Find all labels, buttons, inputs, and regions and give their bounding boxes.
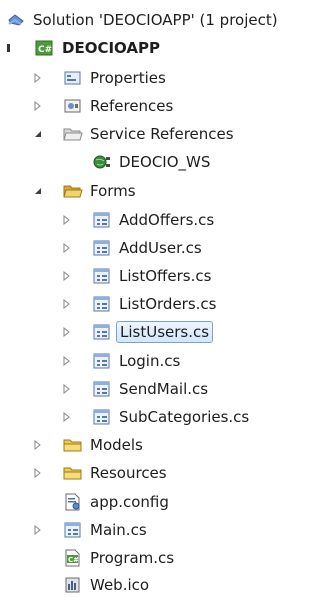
references-icon — [63, 97, 83, 115]
csharp-project-icon: C# — [35, 39, 55, 57]
expander-collapsed-icon[interactable] — [32, 467, 44, 479]
expander-collapsed-icon[interactable] — [32, 100, 44, 112]
expander-expanded-icon[interactable] — [32, 185, 44, 197]
folder-open-icon — [63, 182, 83, 200]
tree-node-appconfig[interactable]: app.config — [0, 490, 311, 514]
expander-open-icon[interactable] — [3, 42, 15, 54]
tree-node-resources[interactable]: Resources — [0, 461, 311, 485]
tree-node-label: Service References — [90, 125, 234, 143]
tree-node-main[interactable]: Main.cs — [0, 518, 311, 542]
tree-node-webico[interactable]: Web.ico — [0, 573, 311, 597]
form-file-icon — [92, 239, 112, 257]
form-file-icon — [92, 267, 112, 285]
tree-node-references[interactable]: References — [0, 94, 311, 118]
folder-icon — [63, 436, 83, 454]
form-file-icon — [92, 295, 112, 313]
tree-node-properties[interactable]: Properties — [0, 66, 311, 90]
tree-node-label: Web.ico — [90, 576, 150, 594]
project-label: DEOCIOAPP — [62, 39, 160, 57]
selected-tree-node-label: ListUsers.cs — [116, 321, 214, 343]
solution-explorer-tree: Solution 'DEOCIOAPP' (1 project) C# DEOC… — [0, 0, 311, 595]
tree-node-deocio-ws[interactable]: DEOCIO_WS — [0, 150, 311, 174]
tree-node-subcategories[interactable]: SubCategories.cs — [0, 405, 311, 429]
expander-collapsed-icon[interactable] — [61, 242, 73, 254]
tree-node-label: Properties — [90, 69, 166, 87]
tree-node-label: Program.cs — [90, 549, 175, 567]
tree-node-label: app.config — [90, 493, 169, 511]
folder-icon — [63, 464, 83, 482]
tree-node-label: AddOffers.cs — [119, 211, 215, 229]
tree-node-label: Resources — [90, 464, 167, 482]
expander-collapsed-icon[interactable] — [32, 72, 44, 84]
tree-node-label: References — [90, 97, 174, 115]
solution-label: Solution 'DEOCIOAPP' (1 project) — [33, 11, 278, 29]
expander-collapsed-icon[interactable] — [32, 524, 44, 536]
tree-node-label: Login.cs — [119, 352, 181, 370]
tree-node-program[interactable]: C# Program.cs — [0, 546, 311, 570]
expander-collapsed-icon[interactable] — [61, 411, 73, 423]
svg-text:C#: C# — [68, 556, 79, 564]
tree-node-listorders[interactable]: ListOrders.cs — [0, 292, 311, 316]
expander-collapsed-icon[interactable] — [61, 383, 73, 395]
expander-collapsed-icon[interactable] — [61, 270, 73, 282]
csharp-file-icon: C# — [63, 549, 83, 567]
solution-node[interactable]: Solution 'DEOCIOAPP' (1 project) — [0, 8, 311, 32]
form-file-icon — [92, 352, 112, 370]
tree-node-listoffers[interactable]: ListOffers.cs — [0, 264, 311, 288]
expander-collapsed-icon[interactable] — [32, 439, 44, 451]
tree-node-listusers[interactable]: ListUsers.cs — [0, 320, 311, 344]
tree-node-sendmail[interactable]: SendMail.cs — [0, 377, 311, 401]
tree-node-label: DEOCIO_WS — [119, 153, 211, 171]
tree-node-addoffers[interactable]: AddOffers.cs — [0, 208, 311, 232]
config-file-icon — [63, 493, 83, 511]
tree-node-label: AddUser.cs — [119, 239, 202, 257]
tree-node-models[interactable]: Models — [0, 433, 311, 457]
folder-open-icon — [63, 125, 83, 143]
tree-node-label: SubCategories.cs — [119, 408, 250, 426]
tree-node-label: Forms — [90, 182, 136, 200]
expander-collapsed-icon[interactable] — [61, 214, 73, 226]
form-file-icon — [92, 211, 112, 229]
form-file-icon — [92, 323, 112, 341]
form-file-icon — [63, 521, 83, 539]
web-service-icon — [92, 153, 112, 171]
properties-icon — [63, 69, 83, 87]
tree-node-label: Main.cs — [90, 521, 147, 539]
tree-node-adduser[interactable]: AddUser.cs — [0, 236, 311, 260]
form-file-icon — [92, 380, 112, 398]
solution-icon — [6, 11, 26, 29]
expander-collapsed-icon[interactable] — [61, 355, 73, 367]
project-node[interactable]: C# DEOCIOAPP — [0, 36, 311, 60]
tree-node-login[interactable]: Login.cs — [0, 349, 311, 373]
tree-node-label: ListOrders.cs — [119, 295, 217, 313]
expander-collapsed-icon[interactable] — [61, 326, 73, 338]
tree-node-label: Models — [90, 436, 143, 454]
ico-file-icon — [63, 576, 83, 594]
expander-expanded-icon[interactable] — [32, 128, 44, 140]
svg-text:C#: C# — [38, 45, 52, 55]
expander-collapsed-icon[interactable] — [61, 298, 73, 310]
tree-node-forms[interactable]: Forms — [0, 179, 311, 203]
form-file-icon — [92, 408, 112, 426]
tree-node-service-references[interactable]: Service References — [0, 122, 311, 146]
tree-node-label: ListOffers.cs — [119, 267, 212, 285]
tree-node-label: SendMail.cs — [119, 380, 209, 398]
